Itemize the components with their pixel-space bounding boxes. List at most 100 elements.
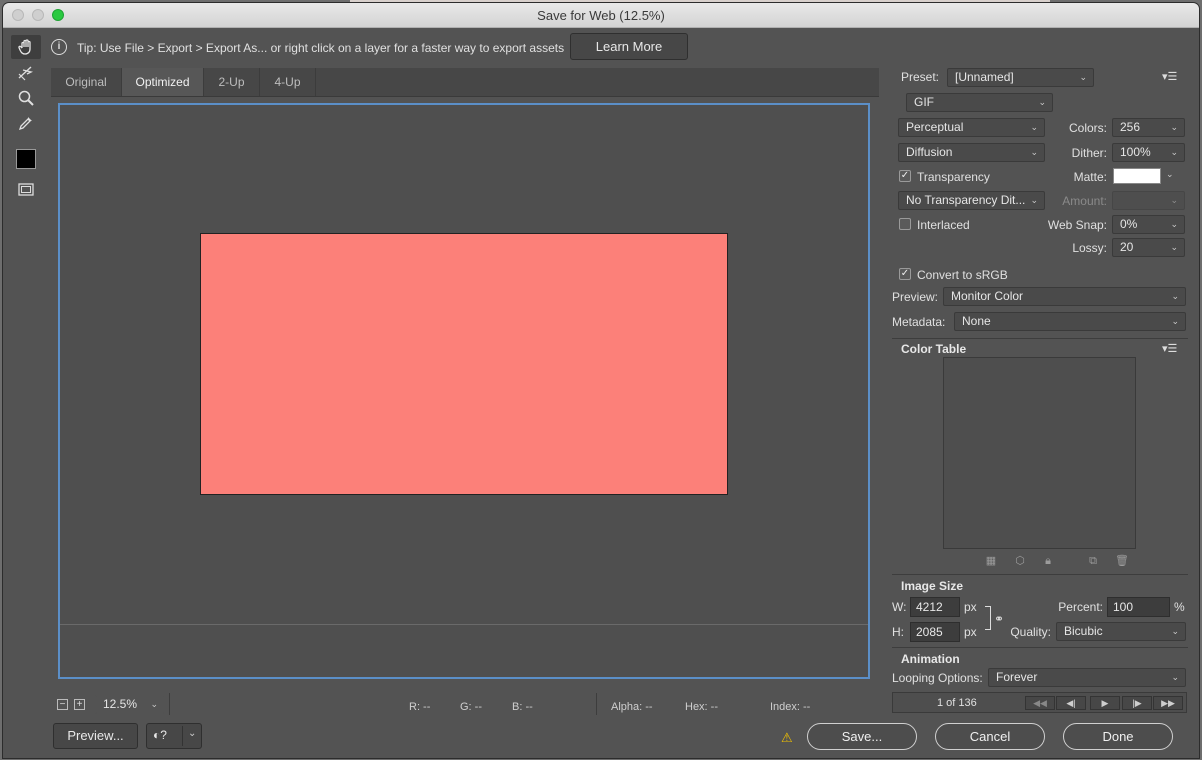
tab-2-up[interactable]: 2-Up	[204, 68, 260, 96]
view-tabs: Original Optimized 2-Up 4-Up	[51, 68, 879, 97]
map-transparency-icon[interactable]: ▦	[985, 555, 997, 567]
green-readout: G: --	[460, 701, 482, 713]
play-button[interactable]: ▶	[1090, 696, 1120, 710]
image-size-title: Image Size	[901, 579, 964, 593]
slice-select-tool-button[interactable]	[11, 61, 41, 85]
first-frame-button[interactable]: ◀◀	[1025, 696, 1055, 710]
preview-button[interactable]: Preview...	[53, 723, 138, 749]
color-table[interactable]	[943, 357, 1136, 549]
link-icon[interactable]: ⚭	[994, 612, 1004, 626]
tab-optimized[interactable]: Optimized	[122, 68, 204, 96]
eyedropper-color-swatch	[16, 149, 36, 169]
title-bar: Save for Web (12.5%)	[3, 3, 1199, 28]
tip-bar: i Tip: Use File > Export > Export As... …	[49, 33, 699, 61]
chevron-down-icon: ⌄	[1170, 242, 1178, 252]
next-frame-button[interactable]: |▶	[1122, 696, 1152, 710]
transparency-checkbox[interactable]: ✓	[899, 170, 911, 182]
colors-dropdown[interactable]: 256 ⌄	[1112, 118, 1185, 137]
hand-tool-button[interactable]	[11, 35, 41, 59]
interlaced-label: Interlaced	[917, 218, 970, 232]
save-button[interactable]: Save...	[807, 723, 917, 750]
status-separator	[596, 693, 597, 715]
chevron-down-icon[interactable]: ⌄	[1166, 169, 1174, 180]
zoom-level-dropdown[interactable]: 12.5% ⌄	[95, 695, 165, 714]
web-shift-icon[interactable]: ⬡	[1014, 555, 1026, 567]
color-table-menu-icon[interactable]: ▾☰	[1162, 342, 1177, 355]
tab-4-up[interactable]: 4-Up	[260, 68, 316, 96]
window-title: Save for Web (12.5%)	[537, 8, 665, 23]
toggle-slices-button[interactable]	[11, 177, 41, 201]
eyedropper-tool-icon	[18, 117, 32, 131]
done-button[interactable]: Done	[1063, 723, 1173, 750]
device-preview-dropdown[interactable]: ◐? ⌄	[146, 723, 202, 749]
constrain-bracket	[985, 606, 991, 630]
chevron-down-icon: ⌄	[1170, 219, 1178, 229]
eyedropper-tool-button[interactable]	[11, 111, 41, 135]
dither-algorithm-dropdown[interactable]: Diffusion ⌄	[898, 143, 1045, 162]
hex-readout: Hex: --	[685, 701, 718, 713]
metadata-dropdown[interactable]: None ⌄	[954, 312, 1186, 331]
cancel-button[interactable]: Cancel	[935, 723, 1045, 750]
lock-color-icon[interactable]: 🔒︎	[1042, 555, 1054, 567]
chevron-down-icon: ⌄	[1171, 626, 1179, 636]
transparency-label: Transparency	[917, 170, 990, 184]
dither-algorithm-value: Diffusion	[906, 145, 953, 159]
previous-frame-button[interactable]: ◀|	[1056, 696, 1086, 710]
tab-original[interactable]: Original	[51, 68, 122, 96]
last-frame-button[interactable]: ▶▶	[1153, 696, 1183, 710]
status-bar: − + 12.5% ⌄ R: -- G: -- B: -- Alpha: -- …	[51, 691, 879, 717]
file-format-dropdown[interactable]: GIF ⌄	[906, 93, 1053, 112]
color-reduction-value: Perceptual	[906, 120, 964, 134]
quality-label: Quality:	[1010, 625, 1051, 639]
dropdown-divider	[182, 726, 183, 746]
lossy-dropdown[interactable]: 20 ⌄	[1112, 238, 1185, 257]
frame-counter: 1 of 136	[937, 697, 977, 709]
browser-preview-icon: ◐?	[153, 728, 167, 742]
width-label: W:	[892, 600, 907, 614]
chevron-down-icon: ⌄	[1171, 316, 1179, 326]
hand-tool-icon	[18, 39, 31, 55]
percent-input[interactable]: 100	[1107, 597, 1170, 617]
colors-label: Colors:	[1068, 121, 1107, 135]
section-divider	[892, 338, 1188, 339]
toggle-slices-icon	[18, 183, 34, 196]
interlaced-checkbox[interactable]	[899, 218, 911, 230]
preset-dropdown[interactable]: [Unnamed] ⌄	[947, 68, 1094, 87]
zoom-in-button[interactable]: +	[74, 699, 85, 710]
preview-canvas[interactable]	[58, 103, 870, 679]
dither-amount-dropdown[interactable]: 100% ⌄	[1112, 143, 1185, 162]
dither-amount-value: 100%	[1120, 145, 1151, 159]
looping-options-dropdown[interactable]: Forever ⌄	[988, 668, 1186, 687]
section-divider	[892, 647, 1188, 648]
looping-options-label: Looping Options:	[892, 671, 983, 685]
trash-icon[interactable]: 🗑︎	[1115, 555, 1129, 567]
zoom-tool-button[interactable]	[11, 86, 41, 110]
color-reduction-dropdown[interactable]: Perceptual ⌄	[898, 118, 1045, 137]
chevron-down-icon: ⌄	[1170, 195, 1178, 205]
matte-color-swatch[interactable]	[1113, 168, 1161, 184]
metadata-value: None	[962, 314, 991, 328]
height-unit: px	[964, 625, 977, 639]
chevron-down-icon: ⌄	[1171, 291, 1179, 301]
learn-more-button[interactable]: Learn More	[570, 33, 688, 60]
optimize-menu-icon[interactable]: ▾☰	[1162, 70, 1177, 83]
eyedropper-color-button[interactable]	[11, 147, 41, 171]
convert-srgb-label: Convert to sRGB	[917, 268, 1008, 282]
amount-label: Amount:	[1062, 194, 1107, 208]
looping-options-value: Forever	[996, 670, 1038, 684]
convert-srgb-checkbox[interactable]: ✓	[899, 268, 911, 280]
preview-mode-dropdown[interactable]: Monitor Color ⌄	[943, 287, 1186, 306]
transparency-dither-dropdown[interactable]: No Transparency Dit... ⌄	[898, 191, 1045, 210]
web-snap-dropdown[interactable]: 0% ⌄	[1112, 215, 1185, 234]
chevron-down-icon: ⌄	[150, 699, 158, 709]
quality-dropdown[interactable]: Bicubic ⌄	[1056, 622, 1186, 641]
width-input[interactable]: 4212	[910, 597, 960, 617]
width-unit: px	[964, 600, 977, 614]
chevron-down-icon: ⌄	[1030, 147, 1038, 157]
percent-label: Percent:	[1058, 600, 1103, 614]
web-snap-label: Web Snap:	[1047, 218, 1107, 232]
zoom-out-button[interactable]: −	[57, 699, 68, 710]
height-input[interactable]: 2085	[910, 622, 960, 642]
preset-value: [Unnamed]	[955, 70, 1014, 84]
new-color-icon[interactable]: ⧉	[1087, 555, 1099, 567]
